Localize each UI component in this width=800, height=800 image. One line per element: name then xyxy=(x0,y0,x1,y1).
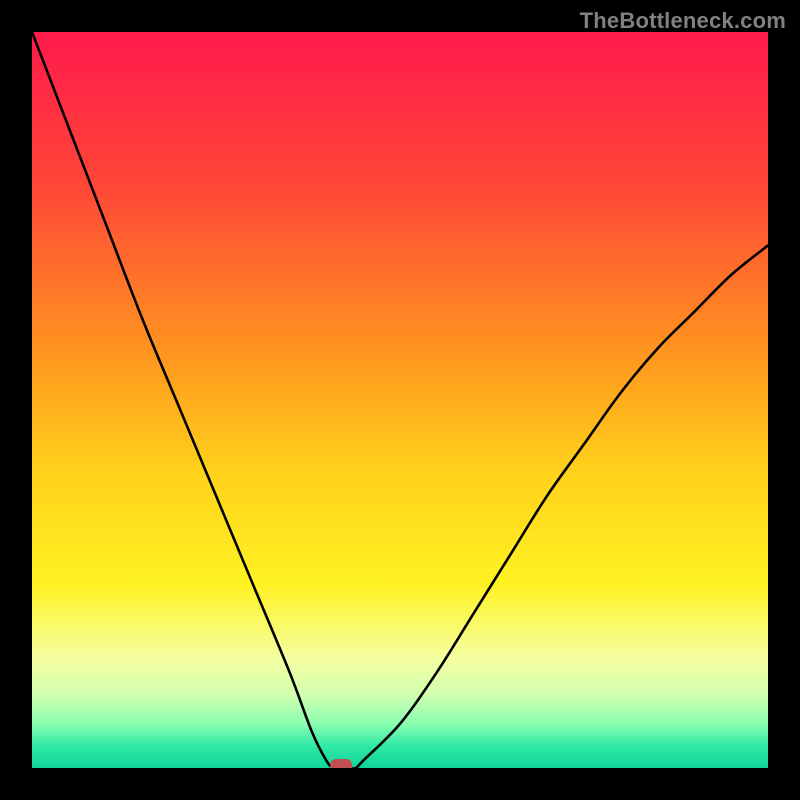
plot-area xyxy=(32,32,768,768)
gradient-bg xyxy=(32,32,768,768)
optimal-marker xyxy=(330,759,352,768)
chart-svg xyxy=(32,32,768,768)
watermark-label: TheBottleneck.com xyxy=(580,8,786,34)
chart-frame: TheBottleneck.com xyxy=(0,0,800,800)
